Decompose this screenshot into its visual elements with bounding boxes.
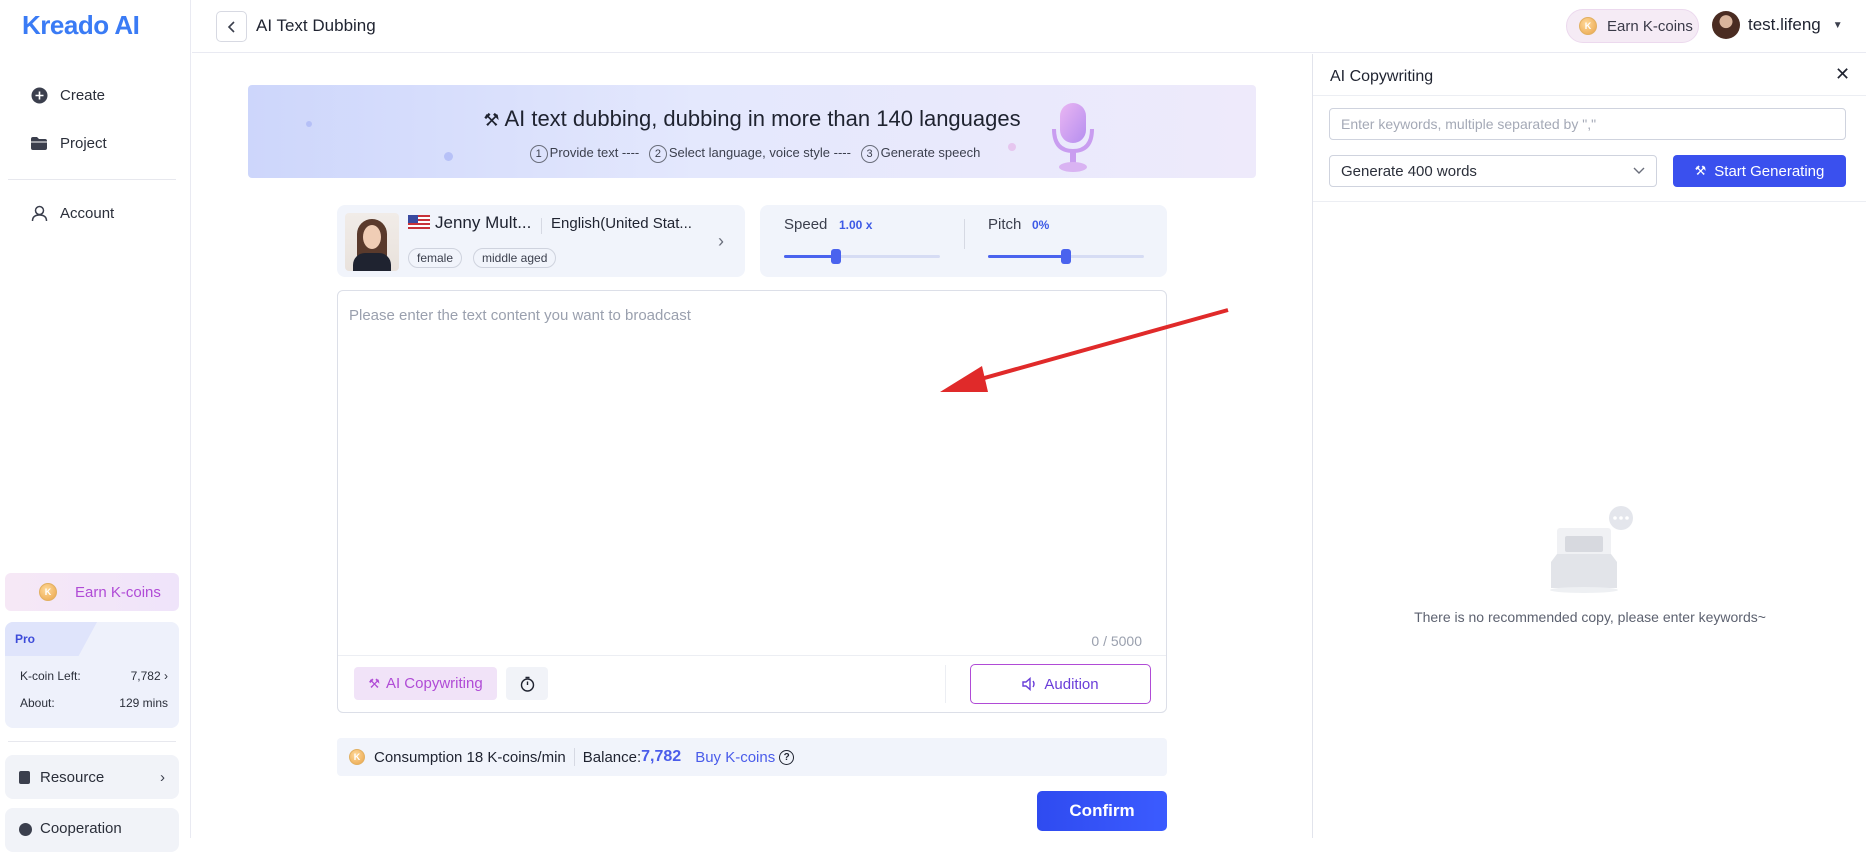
ai-copywriting-button[interactable]: ⚒ AI Copywriting (354, 667, 497, 700)
audition-button[interactable]: Audition (970, 664, 1151, 704)
timer-icon (520, 676, 534, 692)
chevron-down-icon (1633, 167, 1645, 174)
pitch-slider[interactable] (988, 249, 1144, 264)
pitch-value: 0% (1032, 218, 1050, 232)
microphone-illustration (1052, 103, 1094, 172)
kcoin-left-row[interactable]: K-coin Left: 7,782 › (20, 669, 168, 683)
character-counter: 0 / 5000 (1091, 633, 1142, 649)
speed-value: 1.00 x (839, 218, 873, 232)
voice-tag: female (408, 248, 463, 268)
caret-down-icon: ▼ (1832, 19, 1843, 31)
pro-badge: Pro (5, 622, 97, 656)
chevron-right-icon: › (718, 231, 724, 251)
earn-kcoins-sidebar-button[interactable]: K Earn K-coins (5, 573, 179, 611)
pitch-slider-handle[interactable] (1061, 249, 1071, 264)
user-menu[interactable]: test.lifeng ▼ (1712, 11, 1843, 39)
annotation-arrow-icon (940, 308, 1229, 392)
resource-menu[interactable]: Resource › (5, 755, 179, 799)
avatar (1712, 11, 1740, 39)
sidebar-divider (8, 179, 176, 180)
voice-selector[interactable]: Jenny Mult... English(United Stat... fem… (337, 205, 745, 277)
speaker-icon (1022, 677, 1036, 691)
speed-label: Speed (784, 216, 828, 233)
speed-pitch-panel: Speed 1.00 x Pitch 0% (760, 205, 1167, 277)
chat-icon (19, 823, 32, 836)
consumption-text: Consumption 18 K-coins/min (374, 748, 566, 766)
ai-copywriting-panel: AI Copywriting ✕ Generate 400 words ⚒ St… (1312, 54, 1866, 838)
kcoin-icon: K (39, 583, 57, 601)
banner-title: ⚒ AI text dubbing, dubbing in more than … (483, 106, 1021, 131)
speed-slider[interactable] (784, 249, 940, 264)
kcoin-icon: K (1579, 17, 1597, 35)
nav-project-label: Project (60, 134, 107, 152)
banner-steps: 1 Provide text ---- 2 Select language, voi… (248, 145, 1256, 163)
magic-wand-icon: ⚒ (368, 675, 380, 691)
balance-label: Balance: (582, 748, 642, 766)
close-icon[interactable]: ✕ (1835, 64, 1850, 85)
word-count-select[interactable]: Generate 400 words (1329, 155, 1657, 187)
help-icon[interactable]: ? (779, 749, 795, 765)
nav-account-label: Account (60, 204, 115, 222)
chevron-left-icon (227, 20, 235, 33)
back-button[interactable] (216, 11, 247, 42)
balance-value: 7,782 (641, 748, 682, 765)
empty-mailbox-illustration (1550, 506, 1633, 593)
sidebar: Kreado AI Create Project Account K Earn … (0, 0, 191, 852)
kcoin-icon: K (349, 749, 365, 765)
plus-circle-icon (30, 86, 48, 104)
nav-account[interactable]: Account (30, 204, 114, 222)
earn-kcoins-label: Earn K-coins (75, 583, 161, 601)
voice-language: English(United Stat... (551, 215, 692, 232)
buy-kcoins-link[interactable]: Buy K-coins (695, 749, 775, 766)
cooperation-menu[interactable]: Cooperation (5, 808, 179, 852)
voice-name: Jenny Mult... (435, 213, 532, 232)
pro-plan-card: Pro K-coin Left: 7,782 › About: 129 mins (5, 622, 179, 728)
chevron-right-icon: › (160, 768, 165, 786)
about-row: About: 129 mins (20, 696, 168, 710)
keywords-input[interactable] (1329, 108, 1846, 140)
magic-wand-icon: ⚒ (483, 110, 500, 130)
earn-kcoins-header-button[interactable]: K Earn K-coins (1566, 9, 1699, 43)
us-flag-icon (408, 215, 430, 229)
pitch-label: Pitch (988, 216, 1022, 233)
voice-avatar (345, 213, 399, 271)
page-title: AI Text Dubbing (256, 16, 376, 35)
magic-wand-icon: ⚒ (1694, 163, 1707, 178)
top-header: AI Text Dubbing K Earn K-coins test.life… (192, 0, 1866, 53)
nav-project[interactable]: Project (30, 134, 107, 152)
confirm-button[interactable]: Confirm (1037, 791, 1167, 831)
username: test.lifeng (1748, 15, 1821, 34)
user-icon (30, 204, 48, 222)
pause-timer-button[interactable] (506, 667, 548, 700)
document-icon (19, 770, 30, 784)
nav-create[interactable]: Create (30, 86, 105, 104)
consumption-bar: K Consumption 18 K-coins/min Balance: 7,… (337, 738, 1167, 776)
sidebar-divider (8, 741, 176, 742)
folder-icon (30, 134, 48, 152)
nav-create-label: Create (60, 86, 106, 104)
start-generating-button[interactable]: ⚒ Start Generating (1673, 155, 1846, 187)
speed-slider-handle[interactable] (831, 249, 841, 264)
empty-state-text: There is no recommended copy, please ent… (1414, 609, 1766, 625)
feature-banner: ⚒ AI text dubbing, dubbing in more than … (248, 85, 1256, 178)
logo[interactable]: Kreado AI (22, 10, 140, 41)
panel-title: AI Copywriting (1330, 68, 1434, 85)
voice-tag: middle aged (473, 248, 557, 268)
